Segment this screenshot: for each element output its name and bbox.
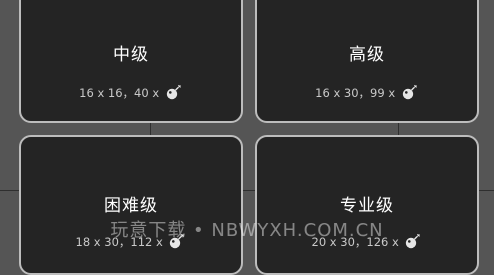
level-info: 20 x 30，126 x	[257, 233, 477, 250]
bomb-icon	[165, 84, 183, 100]
level-size-mines: 16 x 16，40 x	[79, 86, 160, 100]
bomb-icon	[401, 84, 419, 100]
level-info: 18 x 30，112 x	[21, 233, 241, 250]
level-card-advanced[interactable]: 高级 16 x 30，99 x	[255, 0, 479, 123]
level-size-mines: 20 x 30，126 x	[311, 235, 399, 249]
level-card-hard[interactable]: 困难级 18 x 30，112 x	[19, 135, 243, 275]
level-title: 专业级	[340, 196, 394, 216]
level-title: 中级	[113, 45, 149, 65]
level-info: 16 x 16，40 x	[21, 84, 241, 101]
level-card-intermediate[interactable]: 中级 16 x 16，40 x	[19, 0, 243, 123]
bomb-icon	[168, 233, 186, 249]
level-title: 高级	[349, 45, 385, 65]
level-title: 困难级	[104, 196, 158, 216]
level-info: 16 x 30，99 x	[257, 84, 477, 101]
level-size-mines: 16 x 30，99 x	[315, 86, 396, 100]
level-card-expert[interactable]: 专业级 20 x 30，126 x	[255, 135, 479, 275]
bomb-icon	[404, 233, 422, 249]
level-size-mines: 18 x 30，112 x	[75, 235, 163, 249]
